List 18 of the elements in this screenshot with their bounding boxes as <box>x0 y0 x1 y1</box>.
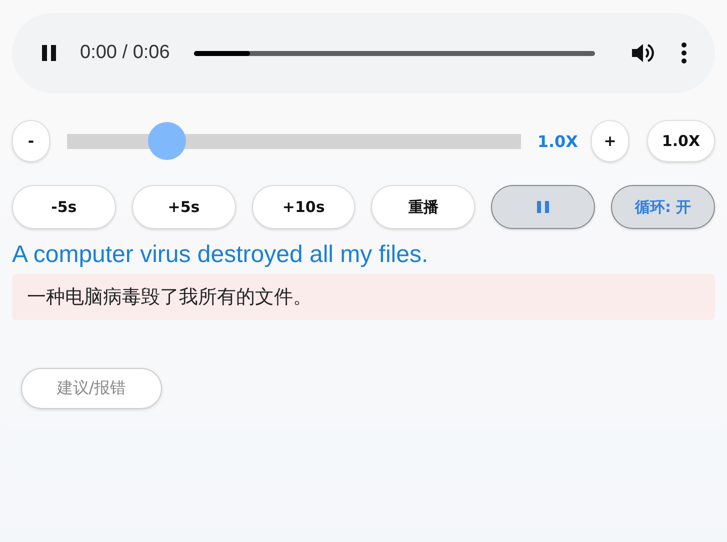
speed-reading: 1.0X <box>537 132 578 150</box>
control-button[interactable]: +10s <box>252 185 356 229</box>
volume-button[interactable] <box>631 42 655 64</box>
pause-button[interactable] <box>40 44 58 62</box>
translation-text: 一种电脑病毒毁了我所有的文件。 <box>27 285 312 310</box>
english-sentence: A computer virus destroyed all my files. <box>12 240 430 270</box>
progress-track[interactable] <box>194 50 595 56</box>
speed-slider-thumb[interactable] <box>148 122 186 160</box>
feedback-button[interactable]: 建议/报错 <box>21 368 162 409</box>
speed-reset-button[interactable]: 1.0X <box>647 120 715 162</box>
more-options-button[interactable] <box>681 42 687 64</box>
pause-icon <box>536 200 550 214</box>
control-button[interactable]: 重播 <box>371 185 476 229</box>
time-display: 0:00 / 0:06 <box>80 42 170 64</box>
slower-button[interactable]: - <box>12 120 50 162</box>
control-button[interactable]: +5s <box>132 185 236 229</box>
control-button[interactable]: -5s <box>12 185 116 229</box>
faster-button[interactable]: + <box>591 120 629 162</box>
